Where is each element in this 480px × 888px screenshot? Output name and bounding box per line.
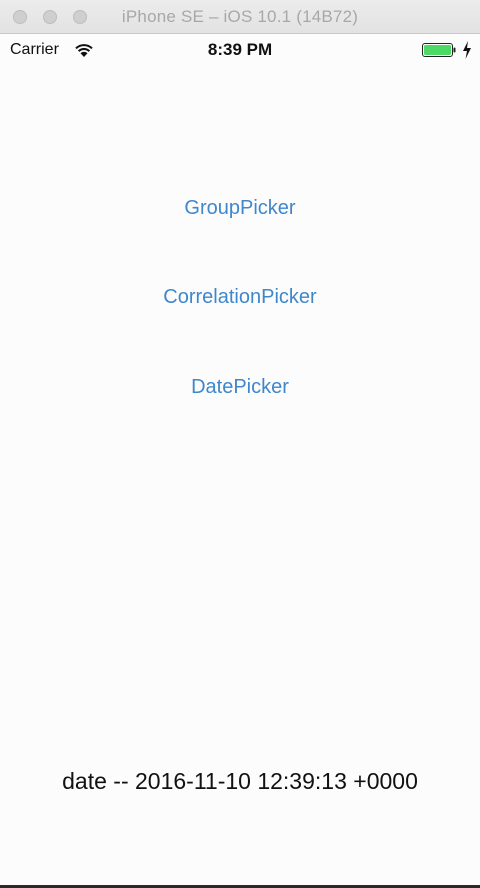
ios-status-bar: Carrier 8:39 PM [0, 34, 480, 66]
status-time: 8:39 PM [207, 40, 273, 59]
selected-date-label: date -- 2016-11-10 12:39:13 +0000 [62, 768, 418, 794]
correlation-picker-button[interactable]: CorrelationPicker [0, 282, 480, 312]
simulator-window: iPhone SE – iOS 10.1 (14B72) Carrier 8:3… [0, 0, 480, 888]
battery-icon [422, 43, 456, 57]
date-picker-button[interactable]: DatePicker [0, 372, 480, 402]
group-picker-button[interactable]: GroupPicker [0, 193, 480, 223]
window-title: iPhone SE – iOS 10.1 (14B72) [121, 7, 359, 26]
charging-bolt-icon [463, 41, 471, 59]
window-titlebar: iPhone SE – iOS 10.1 (14B72) [0, 0, 480, 34]
